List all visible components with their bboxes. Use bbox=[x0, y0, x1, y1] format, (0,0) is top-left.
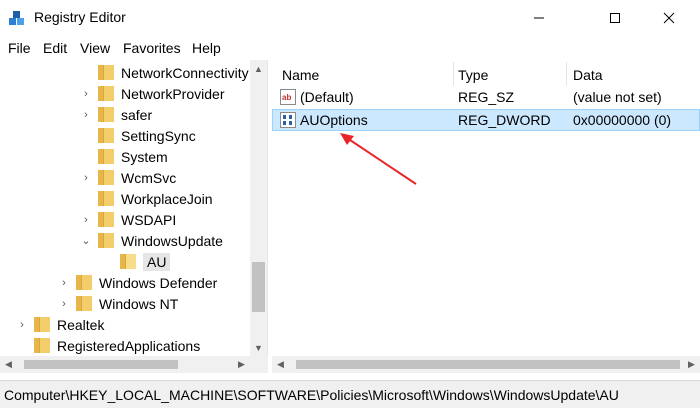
tree-item-networkconnectivity[interactable]: NetworkConnectivity bbox=[80, 62, 249, 83]
key-tree-pane[interactable]: NetworkConnectivity › NetworkProvider › … bbox=[0, 60, 268, 356]
menu-view[interactable]: View bbox=[80, 40, 110, 56]
tree-item-workplacejoin[interactable]: WorkplaceJoin bbox=[80, 188, 213, 209]
svg-text:ab: ab bbox=[282, 93, 291, 102]
string-value-icon: ab bbox=[280, 89, 296, 105]
folder-icon bbox=[76, 275, 94, 290]
scroll-down-icon[interactable]: ▼ bbox=[250, 339, 267, 356]
folder-icon bbox=[98, 86, 116, 101]
tree-vertical-scrollbar[interactable]: ▲ ▼ bbox=[250, 60, 267, 356]
tree-item-settingsync[interactable]: SettingSync bbox=[80, 125, 196, 146]
close-button[interactable] bbox=[646, 0, 692, 36]
minimize-button[interactable] bbox=[516, 0, 562, 36]
chevron-right-icon[interactable]: › bbox=[80, 209, 92, 230]
folder-icon bbox=[98, 149, 116, 164]
menu-bar: File Edit View Favorites Help bbox=[0, 36, 700, 60]
tree-item-networkprovider[interactable]: › NetworkProvider bbox=[80, 83, 224, 104]
scroll-right-icon[interactable]: ▶ bbox=[233, 356, 250, 373]
folder-icon bbox=[76, 296, 94, 311]
tree-item-registeredapplications[interactable]: RegisteredApplications bbox=[16, 335, 200, 356]
value-data: 0x00000000 (0) bbox=[573, 112, 672, 128]
folder-open-icon bbox=[120, 254, 138, 269]
column-header-type[interactable]: Type bbox=[458, 67, 488, 83]
chevron-down-icon[interactable]: ⌄ bbox=[80, 230, 92, 251]
folder-icon bbox=[34, 338, 52, 353]
chevron-right-icon[interactable]: › bbox=[80, 104, 92, 125]
tree-item-safer[interactable]: › safer bbox=[80, 104, 152, 125]
binary-value-icon bbox=[280, 112, 296, 128]
tree-item-au[interactable]: AU bbox=[102, 251, 171, 272]
folder-icon bbox=[98, 107, 116, 122]
chevron-right-icon[interactable]: › bbox=[58, 272, 70, 293]
folder-icon bbox=[98, 65, 116, 80]
scroll-corner bbox=[250, 356, 268, 373]
menu-file[interactable]: File bbox=[8, 40, 31, 56]
folder-icon bbox=[98, 128, 116, 143]
tree-item-system[interactable]: System bbox=[80, 146, 168, 167]
maximize-icon bbox=[610, 13, 620, 23]
chevron-right-icon[interactable]: › bbox=[80, 167, 92, 188]
tree-item-wsdapi[interactable]: › WSDAPI bbox=[80, 209, 176, 230]
folder-icon bbox=[98, 170, 116, 185]
column-header-data[interactable]: Data bbox=[573, 67, 603, 83]
menu-favorites[interactable]: Favorites bbox=[123, 40, 181, 56]
folder-icon bbox=[98, 233, 116, 248]
menu-help[interactable]: Help bbox=[192, 40, 221, 56]
scroll-right-icon[interactable]: ▶ bbox=[683, 356, 700, 373]
tree-item-windows-nt[interactable]: › Windows NT bbox=[58, 293, 178, 314]
folder-icon bbox=[34, 317, 52, 332]
folder-icon bbox=[98, 191, 116, 206]
tree-item-windowsupdate[interactable]: ⌄ WindowsUpdate bbox=[80, 230, 223, 251]
registry-cubes-icon bbox=[9, 11, 24, 25]
chevron-right-icon[interactable]: › bbox=[58, 293, 70, 314]
values-horizontal-scrollbar[interactable]: ◀ ▶ bbox=[272, 356, 700, 373]
close-icon bbox=[663, 12, 675, 24]
annotation-arrow-icon bbox=[340, 133, 417, 185]
folder-icon bbox=[98, 212, 116, 227]
scroll-left-icon[interactable]: ◀ bbox=[0, 356, 17, 373]
maximize-button[interactable] bbox=[592, 0, 638, 36]
column-header-name[interactable]: Name bbox=[282, 67, 319, 83]
menu-edit[interactable]: Edit bbox=[43, 40, 67, 56]
value-type: REG_SZ bbox=[458, 89, 515, 105]
tree-vertical-scroll-thumb[interactable] bbox=[252, 262, 265, 312]
window-title: Registry Editor bbox=[34, 9, 126, 25]
tree-horizontal-scrollbar[interactable]: ◀ ▶ bbox=[0, 356, 250, 373]
minimize-icon bbox=[534, 17, 544, 19]
tree-item-windows-defender[interactable]: › Windows Defender bbox=[58, 272, 217, 293]
scroll-up-icon[interactable]: ▲ bbox=[250, 60, 267, 77]
status-bar: Computer\HKEY_LOCAL_MACHINE\SOFTWARE\Pol… bbox=[0, 380, 700, 408]
value-name: (Default) bbox=[300, 89, 354, 105]
tree-horizontal-scroll-thumb[interactable] bbox=[24, 360, 178, 369]
value-row-default[interactable]: ab (Default) REG_SZ (value not set) bbox=[272, 86, 700, 108]
column-divider[interactable] bbox=[566, 62, 567, 86]
title-bar: Registry Editor bbox=[0, 0, 700, 36]
value-type: REG_DWORD bbox=[458, 112, 551, 128]
chevron-right-icon[interactable]: › bbox=[16, 314, 28, 335]
registry-path: Computer\HKEY_LOCAL_MACHINE\SOFTWARE\Pol… bbox=[4, 387, 619, 403]
chevron-right-icon[interactable]: › bbox=[80, 83, 92, 104]
tree-item-wcmsvc[interactable]: › WcmSvc bbox=[80, 167, 176, 188]
scroll-left-icon[interactable]: ◀ bbox=[272, 356, 289, 373]
column-divider[interactable] bbox=[453, 62, 454, 86]
values-horizontal-scroll-thumb[interactable] bbox=[296, 360, 680, 369]
value-data: (value not set) bbox=[573, 89, 662, 105]
tree-item-realtek[interactable]: › Realtek bbox=[16, 314, 104, 335]
